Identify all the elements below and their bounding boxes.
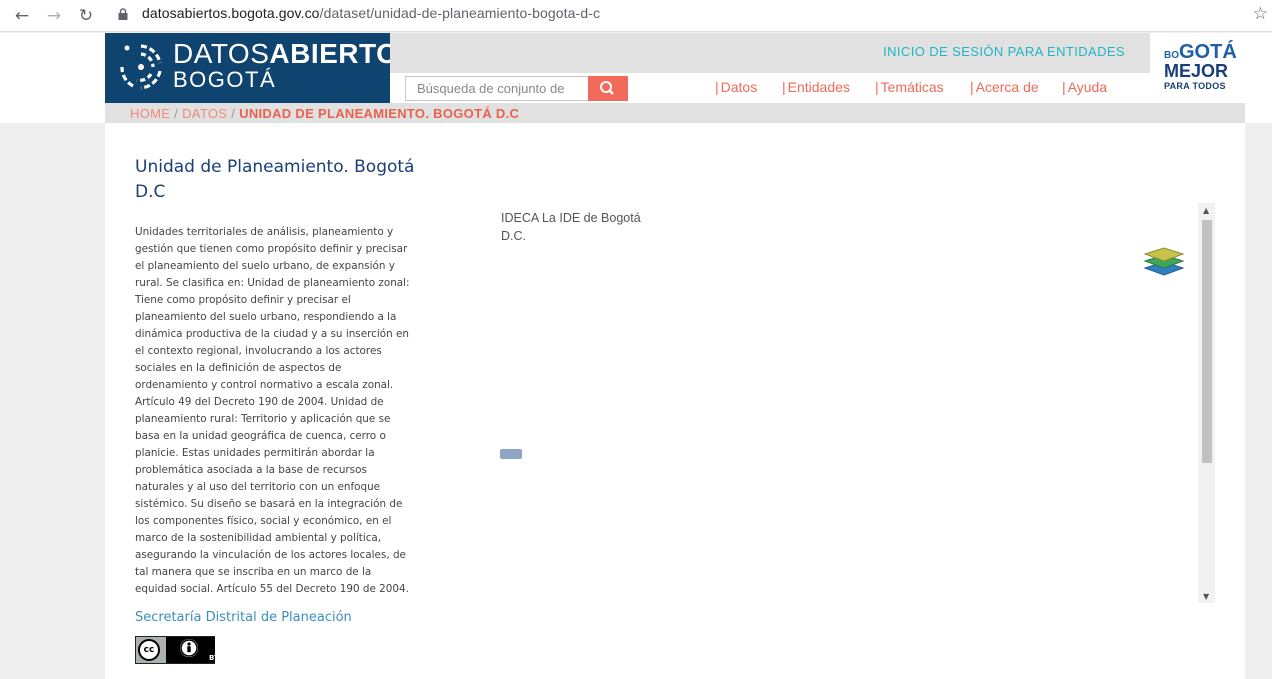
back-icon[interactable]: ← (10, 4, 34, 28)
page-title: Unidad de Planeamiento. Bogotá D.C (135, 157, 415, 202)
logo-title-thin: DATOS (173, 38, 270, 69)
top-bar: INICIO DE SESIÓN PARA ENTIDADES (390, 33, 1150, 73)
menu-item-entidades[interactable]: | Entidades (782, 79, 850, 95)
search-button[interactable] (588, 76, 628, 101)
lock-icon (118, 8, 128, 20)
brand-line2: MEJOR (1164, 61, 1229, 81)
bogota-mejor-logo[interactable]: BOGOTÁ MEJOR PARA TODOS (1150, 33, 1245, 103)
scroll-up-icon[interactable]: ▲ (1203, 206, 1209, 215)
logo-mark-icon (120, 44, 162, 90)
menu-item-label: Acerca de (975, 79, 1039, 95)
dataset-content: Unidad de Planeamiento. Bogotá D.C Unida… (105, 123, 1245, 679)
menu-item-acerca-de[interactable]: | Acerca de (970, 79, 1039, 95)
license-by-label: BY (209, 654, 220, 662)
map-viewer[interactable]: IDECA La IDE de Bogotá D.C. ▲ ▼ (497, 203, 1215, 603)
url-text: datosabiertos.bogota.gov.co/dataset/unid… (142, 5, 600, 21)
breadcrumb-trail: HOME / DATOS / UNIDAD DE PLANEAMIENTO. BOGOT… (130, 106, 520, 121)
breadcrumb: HOME / DATOS / UNIDAD DE PLANEAMIENTO. BOGOT… (105, 103, 1245, 123)
dataset-search (405, 76, 628, 101)
cc-icon: cc (138, 639, 160, 661)
breadcrumb-current[interactable]: UNIDAD DE PLANEAMIENTO. BOGOTÁ D.C (239, 106, 519, 121)
url-path: /dataset/unidad-de-planeamiento-bogota-d… (319, 5, 601, 21)
menu-item-label: Datos (720, 79, 758, 95)
search-input[interactable] (406, 77, 588, 100)
license-badge[interactable]: cc BY (135, 636, 219, 664)
map-scrollbar[interactable]: ▲ ▼ (1198, 203, 1215, 603)
menu-item-label: Entidades (787, 79, 850, 95)
search-icon (600, 81, 614, 95)
breadcrumb-datos[interactable]: DATOS (182, 106, 227, 121)
breadcrumb-home[interactable]: HOME (130, 106, 170, 121)
brand-line3: PARA TODOS (1164, 81, 1226, 91)
brand-line1-small: BO (1164, 50, 1179, 61)
layers-icon[interactable] (1143, 244, 1185, 278)
forward-icon[interactable]: → (42, 4, 66, 28)
menu-item-ayuda[interactable]: | Ayuda (1062, 79, 1107, 95)
menu-item-label: Ayuda (1067, 79, 1108, 95)
map-control-button[interactable] (500, 449, 522, 459)
site-logo[interactable]: DATOSABIERTOS BOGOTÁ (105, 33, 417, 103)
menu-item-tematicas[interactable]: | Temáticas (875, 79, 944, 95)
menu-item-label: Temáticas (880, 79, 944, 95)
brand-line1-rest: GOTÁ (1179, 41, 1237, 63)
reload-icon[interactable]: ↻ (74, 4, 98, 28)
menu-item-datos[interactable]: | Datos (715, 79, 757, 95)
logo-title: DATOSABIERTOS (173, 38, 418, 70)
attribution-person-icon (180, 639, 198, 657)
login-link[interactable]: INICIO DE SESIÓN PARA ENTIDADES (883, 44, 1125, 59)
browser-toolbar: ← → ↻ datosabiertos.bogota.gov.co/datase… (0, 0, 1272, 32)
scrollbar-thumb[interactable] (1202, 220, 1212, 463)
scroll-down-icon[interactable]: ▼ (1203, 592, 1209, 601)
logo-subtitle: BOGOTÁ (173, 67, 277, 92)
map-attribution: IDECA La IDE de Bogotá D.C. (501, 211, 641, 243)
publisher-link[interactable]: Secretaría Distrital de Planeación (135, 610, 352, 625)
dataset-description: Unidades territoriales de análisis, plan… (135, 226, 410, 595)
address-bar[interactable]: datosabiertos.bogota.gov.co/dataset/unid… (104, 2, 1268, 28)
url-host: datosabiertos.bogota.gov.co (142, 5, 320, 21)
bookmark-star-icon[interactable]: ☆ (1253, 4, 1268, 24)
license-attribution: BY (166, 637, 219, 663)
